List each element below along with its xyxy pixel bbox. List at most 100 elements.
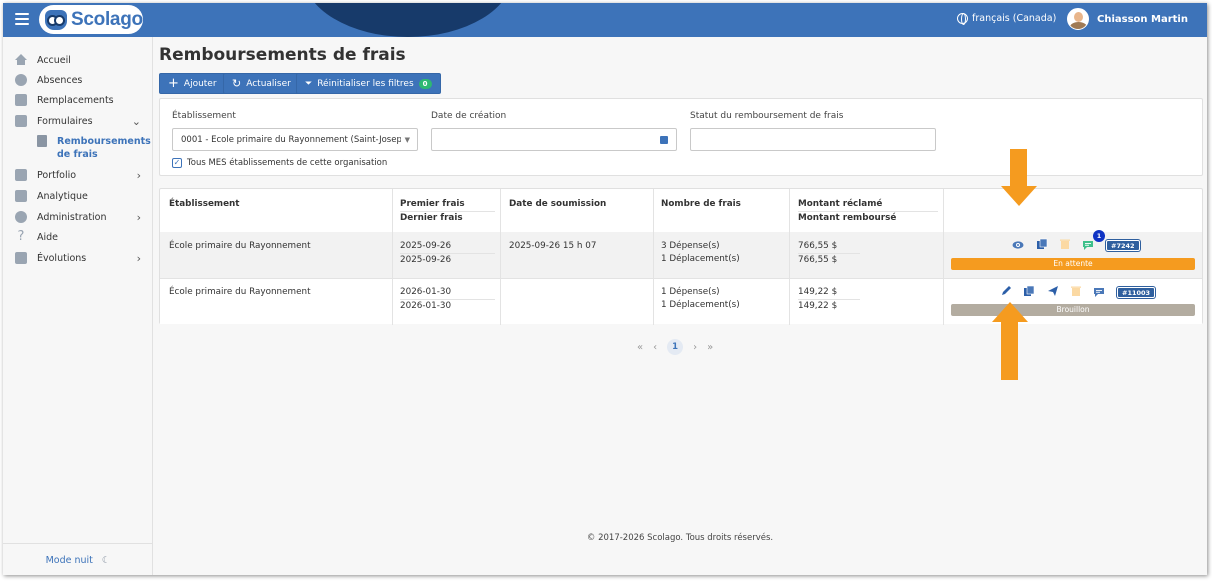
user-name: Chiasson Martin: [1097, 13, 1188, 25]
chevron-right-icon: ›: [136, 252, 141, 265]
users-icon: [15, 74, 27, 86]
cell-amount-reimbursed: 149,22 $: [798, 301, 838, 311]
checkmark-icon[interactable]: ✓: [172, 158, 182, 168]
sidebar-item-label: Administration: [37, 211, 107, 223]
sidebar-item-label: Évolutions: [37, 252, 87, 264]
filter-icon: ⏷: [305, 78, 313, 89]
cell-first-fee: 2025-09-26: [400, 240, 495, 254]
sidebar-item-label: Remplacements: [37, 94, 114, 106]
id-badge[interactable]: #11003: [1117, 287, 1156, 298]
reset-filters-label: Réinitialiser les filtres: [317, 78, 414, 89]
add-button[interactable]: + Ajouter: [159, 73, 226, 94]
sidebar-item-remplacements[interactable]: Remplacements: [15, 92, 143, 108]
footer-copyright: © 2017-2026 Scolago. Tous droits réservé…: [586, 533, 774, 543]
sidebar-subitem-label: Remboursements de frais: [57, 136, 151, 160]
app-window: Scolago français (Canada) Chiasson Marti…: [3, 3, 1207, 575]
creation-date-label: Date de création: [431, 111, 507, 121]
status-badge: En attente: [951, 258, 1195, 270]
main-content: Remboursements de frais + Ajouter ↻ Actu…: [153, 37, 1207, 575]
sidebar: Accueil Absences Remplacements Formulair…: [3, 37, 153, 575]
cell-submission-date: 2025-09-26 15 h 07: [509, 241, 597, 251]
sidebar-subitem-remboursements[interactable]: Remboursements de frais: [37, 135, 151, 161]
cell-expenses: 3 Dépense(s): [661, 241, 720, 251]
moon-icon: ☾: [101, 555, 111, 566]
cell-expenses: 1 Dépense(s): [661, 287, 720, 297]
id-badge[interactable]: #7242: [1106, 240, 1140, 251]
sidebar-item-formulaires[interactable]: Formulaires ⌄: [15, 113, 143, 129]
cell-first-fee: 2026-01-30: [400, 286, 495, 300]
forms-icon: [15, 115, 27, 127]
establishment-select-value: 0001 - École primaire du Rayonnement (Sa…: [181, 134, 401, 145]
sprout-icon: [15, 252, 27, 264]
comment-count-badge: 1: [1093, 230, 1105, 242]
creation-date-input[interactable]: [431, 128, 677, 151]
trash-icon[interactable]: [1070, 285, 1082, 297]
refresh-icon: ↻: [232, 77, 242, 90]
pencil-icon[interactable]: [1000, 285, 1012, 297]
header-fee-dates[interactable]: Premier frais Dernier frais: [400, 198, 495, 225]
sidebar-item-analytique[interactable]: Analytique: [15, 188, 143, 204]
copy-icon[interactable]: [1023, 285, 1035, 297]
header-amounts[interactable]: Montant réclamé Montant remboursé: [798, 198, 938, 225]
app-logo[interactable]: Scolago: [39, 5, 143, 34]
status-select[interactable]: [690, 128, 936, 151]
cell-amounts: 766,55 $ 766,55 $: [798, 240, 860, 267]
sidebar-item-accueil[interactable]: Accueil: [15, 52, 143, 68]
reset-filters-button[interactable]: ⏷ Réinitialiser les filtres 0: [296, 73, 441, 94]
sidebar-item-portfolio[interactable]: Portfolio ›: [15, 167, 143, 183]
last-page-button[interactable]: »: [707, 342, 713, 353]
send-icon[interactable]: [1047, 285, 1059, 297]
cell-amounts: 149,22 $ 149,22 $: [798, 286, 860, 313]
eye-icon[interactable]: [1012, 239, 1024, 251]
header-submission-date[interactable]: Date de soumission: [509, 198, 606, 211]
night-mode-toggle[interactable]: Mode nuit ☾: [3, 543, 153, 566]
filter-count-badge: 0: [418, 78, 432, 89]
sidebar-item-aide[interactable]: ? Aide: [15, 229, 143, 245]
refresh-button-label: Actualiser: [246, 78, 291, 89]
sidebar-item-label: Absences: [37, 74, 83, 86]
plus-icon: +: [168, 75, 179, 91]
language-selector[interactable]: français (Canada): [957, 13, 1057, 25]
swap-icon: [15, 94, 27, 106]
prev-page-button[interactable]: ‹: [653, 342, 657, 353]
refresh-button[interactable]: ↻ Actualiser: [223, 73, 300, 94]
avatar: [1067, 8, 1089, 30]
sidebar-item-administration[interactable]: Administration ›: [15, 209, 143, 225]
globe-icon: [957, 13, 968, 25]
first-page-button[interactable]: «: [637, 342, 643, 353]
current-page-button[interactable]: 1: [667, 339, 684, 355]
comment-icon[interactable]: [1082, 239, 1094, 251]
logo-text: Scolago: [71, 8, 143, 30]
cell-amount-claimed: 149,22 $: [798, 286, 860, 300]
sidebar-item-label: Formulaires: [37, 115, 93, 127]
annotation-arrow-down: [1010, 149, 1027, 186]
header-establishment[interactable]: Établissement: [169, 198, 240, 211]
trash-icon[interactable]: [1059, 238, 1071, 250]
menu-toggle-icon[interactable]: [15, 13, 29, 25]
filters-panel: Établissement 0001 - École primaire du R…: [159, 98, 1203, 176]
establishment-select[interactable]: 0001 - École primaire du Rayonnement (Sa…: [172, 128, 418, 151]
next-page-button[interactable]: ›: [693, 342, 697, 353]
cell-fee-dates: 2026-01-30 2026-01-30: [400, 286, 495, 313]
cell-last-fee: 2026-01-30: [400, 301, 452, 311]
calendar-icon[interactable]: [660, 136, 668, 144]
help-icon: ?: [17, 229, 25, 244]
user-menu[interactable]: Chiasson Martin: [1067, 8, 1188, 30]
cell-fee-count: 1 Dépense(s) 1 Déplacement(s): [661, 286, 740, 312]
caret-down-icon: ▼: [404, 136, 410, 144]
cell-last-fee: 2025-09-26: [400, 255, 452, 265]
annotation-arrow-up: [1001, 322, 1018, 380]
sidebar-item-evolutions[interactable]: Évolutions ›: [15, 250, 143, 266]
all-establishments-checkbox[interactable]: ✓ Tous MES établissements de cette organ…: [172, 158, 387, 168]
comment-icon[interactable]: [1093, 286, 1105, 298]
header-fee-count[interactable]: Nombre de frais: [661, 198, 741, 211]
cell-fee-dates: 2025-09-26 2025-09-26: [400, 240, 495, 267]
cell-establishment: École primaire du Rayonnement: [169, 241, 311, 251]
copy-icon[interactable]: [1036, 238, 1048, 250]
pagination: « ‹ 1 › »: [637, 339, 713, 355]
language-label: français (Canada): [972, 13, 1057, 24]
sidebar-item-absences[interactable]: Absences: [15, 72, 143, 88]
cell-trips: 1 Déplacement(s): [661, 254, 740, 264]
sidebar-item-label: Analytique: [37, 190, 88, 202]
all-establishments-label: Tous MES établissements de cette organis…: [187, 158, 388, 168]
